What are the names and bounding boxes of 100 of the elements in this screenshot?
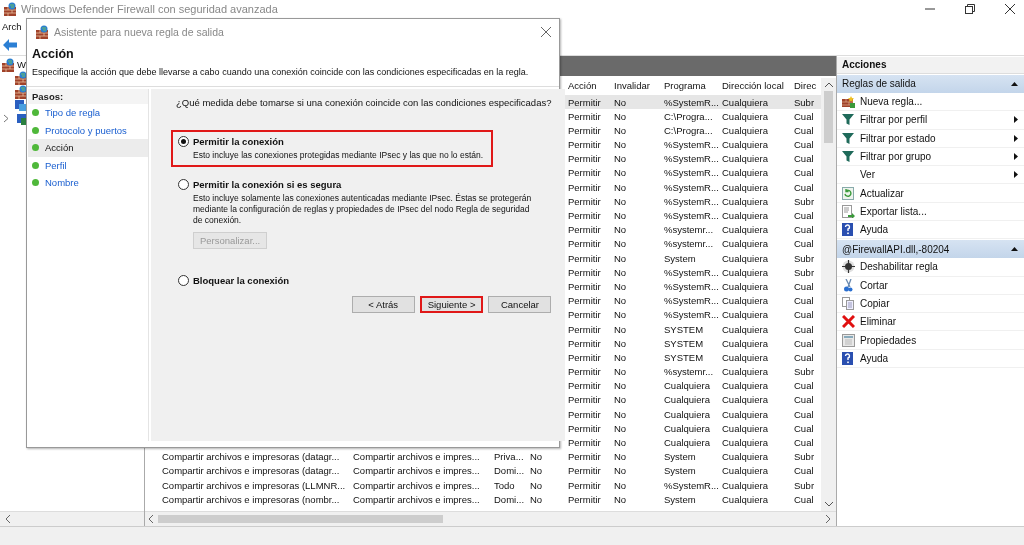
table-cell-text: No — [613, 309, 628, 321]
column-header[interactable]: Dirección local — [720, 80, 794, 92]
table-cell-text: Cual — [794, 337, 815, 349]
section-title: Reglas de salida — [842, 78, 916, 90]
action-item[interactable]: Eliminar — [837, 313, 1024, 332]
monitor-icon[interactable] — [14, 98, 28, 113]
table-cell-text: SYSTEM — [663, 323, 705, 335]
back-arrow-icon[interactable] — [3, 38, 17, 51]
step-item[interactable]: Tipo de regla — [28, 104, 148, 122]
step-item[interactable]: Acción — [28, 139, 148, 157]
step-item[interactable]: Perfil — [28, 156, 148, 174]
table-cell-text: Cual — [794, 210, 815, 221]
table-cell-text: Cualquiera — [721, 380, 769, 392]
action-item[interactable]: Ayuda — [837, 221, 1024, 240]
option-label[interactable]: Bloquear la conexión — [193, 275, 290, 286]
option-description: Esto incluye solamente las conexiones autenticadas mediante IPsec. Éstas se protegerán mediante la configuración de reglas y propiedades de IPsec del nodo Regla de seguridad de conexión. — [192, 193, 533, 226]
table-cell-text: Cualquiera — [721, 96, 769, 108]
table-cell-text: %systemr... — [663, 366, 715, 378]
close-icon[interactable] — [541, 27, 551, 37]
table-cell-text: Permitir — [567, 309, 602, 321]
dialog-heading: Acción — [32, 47, 75, 61]
action-item[interactable]: Deshabilitar regla — [837, 258, 1024, 277]
option-label[interactable]: Permitir la conexión — [193, 136, 284, 147]
table-cell-text: No — [613, 408, 628, 420]
option-label[interactable]: Permitir la conexión si es segura — [193, 179, 342, 190]
action-item[interactable]: Filtrar por estado — [837, 129, 1024, 148]
back-button[interactable]: < Atrás — [351, 296, 415, 313]
action-item[interactable]: Propiedades — [837, 331, 1024, 350]
action-item[interactable]: Filtrar por perfil — [837, 111, 1024, 130]
firewall-icon[interactable] — [14, 84, 28, 99]
table-cell-text: Permitir — [567, 408, 602, 420]
table-row[interactable]: Compartir archivos e impresoras (datagr... Compartir archivos e impres... Domi... No Permitir No System Cualquiera Cual — [145, 463, 821, 478]
table-cell-text: No — [613, 451, 628, 463]
delete-icon — [842, 315, 855, 329]
table-cell-text: SYSTEM — [663, 351, 705, 363]
table-cell-text: Subr — [794, 366, 816, 378]
column-header[interactable]: Programa — [662, 80, 720, 92]
table-cell-text: No — [613, 210, 628, 221]
action-item[interactable]: Ver — [837, 166, 1024, 185]
table-cell-text: Compartir archivos e impres... — [352, 465, 481, 477]
radio-button[interactable] — [178, 179, 189, 190]
pane-header: Acciones — [837, 56, 1024, 74]
disc-icon — [842, 260, 855, 274]
collapse-icon[interactable] — [1011, 81, 1018, 86]
radio-button[interactable] — [178, 275, 189, 286]
column-header[interactable]: Invalidar — [612, 80, 662, 92]
action-item[interactable]: Actualizar — [837, 184, 1024, 203]
table-cell-text: Cual — [794, 153, 815, 165]
firewall-icon[interactable] — [14, 71, 28, 86]
column-header[interactable]: Direc — [794, 80, 820, 92]
table-cell-text: No — [529, 451, 544, 463]
table-cell-text: %systemr... — [663, 224, 715, 236]
radio-selected[interactable] — [178, 136, 189, 147]
table-cell-text: Cualquiera — [721, 422, 769, 434]
action-item[interactable]: Exportar lista... — [837, 202, 1024, 221]
table-cell-text: Permitir — [567, 96, 602, 108]
scroll-left-icon[interactable] — [5, 515, 11, 523]
table-cell-text: Permitir — [567, 153, 602, 165]
next-button[interactable]: Siguiente > — [419, 296, 484, 313]
horizontal-scrollbar[interactable] — [145, 511, 836, 526]
horizontal-scrollbar[interactable] — [0, 511, 144, 526]
table-cell-text: Cualquiera — [721, 309, 769, 321]
table-cell-text: C:\Progra... — [663, 124, 714, 136]
table-cell-text: Cual — [794, 280, 815, 292]
restore-icon[interactable] — [965, 4, 975, 14]
scroll-down-icon[interactable] — [824, 502, 833, 507]
table-cell-text: No — [613, 280, 628, 292]
table-cell-text: %SystemR... — [663, 153, 720, 165]
table-cell-text: No — [529, 479, 544, 491]
cancel-button[interactable]: Cancelar — [488, 296, 552, 313]
action-item[interactable]: Copiar — [837, 294, 1024, 314]
table-cell-text: Permitir — [567, 252, 602, 264]
scroll-up-icon[interactable] — [824, 81, 833, 87]
action-item[interactable]: Filtrar por grupo — [837, 147, 1024, 167]
close-icon[interactable] — [1005, 4, 1015, 14]
step-item[interactable]: Nombre — [28, 174, 148, 192]
action-item[interactable]: Nueva regla... — [837, 92, 1024, 112]
vertical-scrollbar[interactable] — [821, 77, 836, 511]
table-cell-text: Permitir — [567, 266, 602, 278]
step-item[interactable]: Protocolo y puertos — [28, 121, 148, 139]
expand-chevron-icon[interactable] — [3, 114, 9, 124]
scroll-left-icon[interactable] — [148, 515, 154, 523]
menu-item[interactable]: Arch — [2, 20, 22, 32]
table-row[interactable]: Compartir archivos e impresoras (LLMNR... Compartir archivos e impres... Todo No Permitir No %SystemR... Cualquiera Subr — [145, 477, 821, 493]
table-cell-text: No — [613, 479, 628, 491]
section-header[interactable]: Reglas de salida — [837, 74, 1024, 93]
column-header[interactable]: Acción — [566, 80, 612, 92]
table-cell-text: Cualquiera — [721, 124, 769, 136]
table-cell-text: Permitir — [567, 195, 602, 207]
collapse-icon[interactable] — [1011, 247, 1018, 252]
action-item[interactable]: Cortar — [837, 276, 1024, 295]
scroll-thumb[interactable] — [158, 515, 443, 523]
action-item[interactable]: Ayuda — [837, 349, 1024, 369]
section-header[interactable]: @FirewallAPI.dll,-80204 — [837, 240, 1024, 259]
table-cell-text: Cual — [794, 309, 815, 321]
table-row[interactable]: Compartir archivos e impresoras (nombr... Compartir archivos e impres... Domi... No Permitir No System Cualquiera Cual — [145, 492, 821, 507]
scroll-thumb[interactable] — [824, 90, 833, 143]
tree-item[interactable]: W — [17, 59, 26, 71]
scroll-right-icon[interactable] — [825, 515, 831, 523]
table-row[interactable]: Compartir archivos e impresoras (datagr... Compartir archivos e impres... Priva... No Permitir No System Cualquiera Subr — [145, 449, 821, 464]
